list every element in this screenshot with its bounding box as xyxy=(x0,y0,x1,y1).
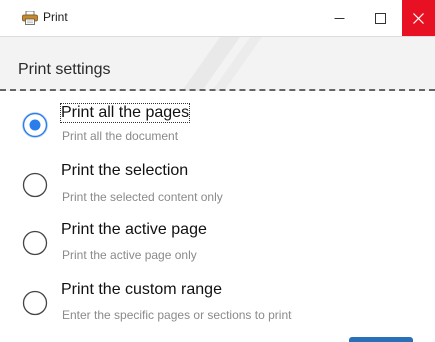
radio-print-all[interactable] xyxy=(22,112,48,138)
window-title: Print xyxy=(43,10,68,24)
option-label: Print the custom range xyxy=(61,281,222,298)
radio-print-custom-range[interactable] xyxy=(22,290,48,316)
header-decoration xyxy=(182,37,262,91)
option-label: Print the active page xyxy=(61,221,207,238)
option-description: Print the selected content only xyxy=(62,190,223,204)
close-icon xyxy=(413,12,424,24)
dashed-divider xyxy=(0,89,435,91)
option-description: Enter the specific pages or sections to … xyxy=(62,308,292,322)
option-print-custom-range[interactable]: Print the custom range Enter the specifi… xyxy=(0,276,435,336)
option-print-selection[interactable]: Print the selection Print the selected c… xyxy=(0,159,435,219)
option-description: Print the active page only xyxy=(62,248,197,262)
radio-print-active-page[interactable] xyxy=(22,230,48,256)
option-label: Print all the pages xyxy=(59,103,191,123)
maximize-button[interactable] xyxy=(359,0,401,36)
option-print-all[interactable]: Print all the pages Print all the docume… xyxy=(0,100,435,160)
title-bar[interactable]: Print xyxy=(0,0,435,37)
minimize-icon xyxy=(334,13,345,24)
settings-title: Print settings xyxy=(18,61,111,78)
maximize-icon xyxy=(374,12,386,24)
minimize-button[interactable] xyxy=(318,0,360,36)
option-label: Print the selection xyxy=(61,162,189,179)
close-button[interactable] xyxy=(402,0,435,36)
printer-icon xyxy=(22,10,38,25)
primary-action-button[interactable] xyxy=(349,337,413,342)
settings-header: Print settings xyxy=(0,37,435,91)
print-dialog: Print Print settings Print all the pages… xyxy=(0,0,435,342)
option-description: Print all the document xyxy=(62,129,179,143)
option-print-active-page[interactable]: Print the active page Print the active p… xyxy=(0,217,435,277)
radio-print-selection[interactable] xyxy=(22,172,48,198)
